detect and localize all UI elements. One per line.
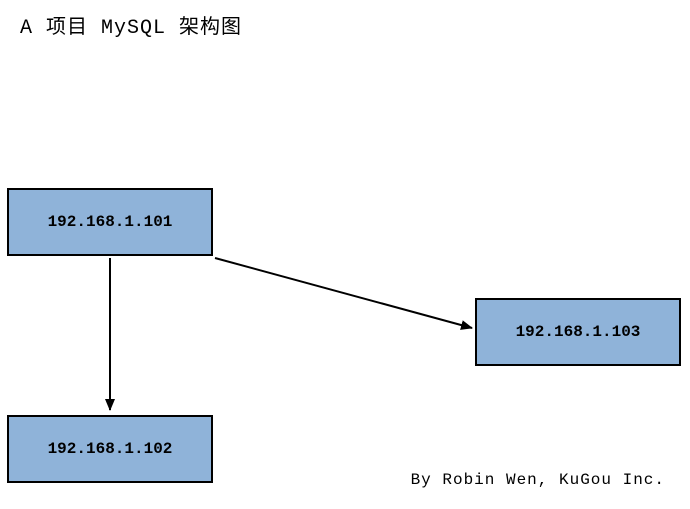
credit-line: By Robin Wen, KuGou Inc. [411,471,665,489]
node-master: 192.168.1.101 [7,188,213,256]
diagram-title: A 项目 MySQL 架构图 [20,10,242,40]
edge-n1-n3 [215,258,472,328]
node-label: 192.168.1.102 [48,440,173,458]
node-label: 192.168.1.103 [516,323,641,341]
node-replica-2: 192.168.1.103 [475,298,681,366]
node-replica-1: 192.168.1.102 [7,415,213,483]
node-label: 192.168.1.101 [48,213,173,231]
